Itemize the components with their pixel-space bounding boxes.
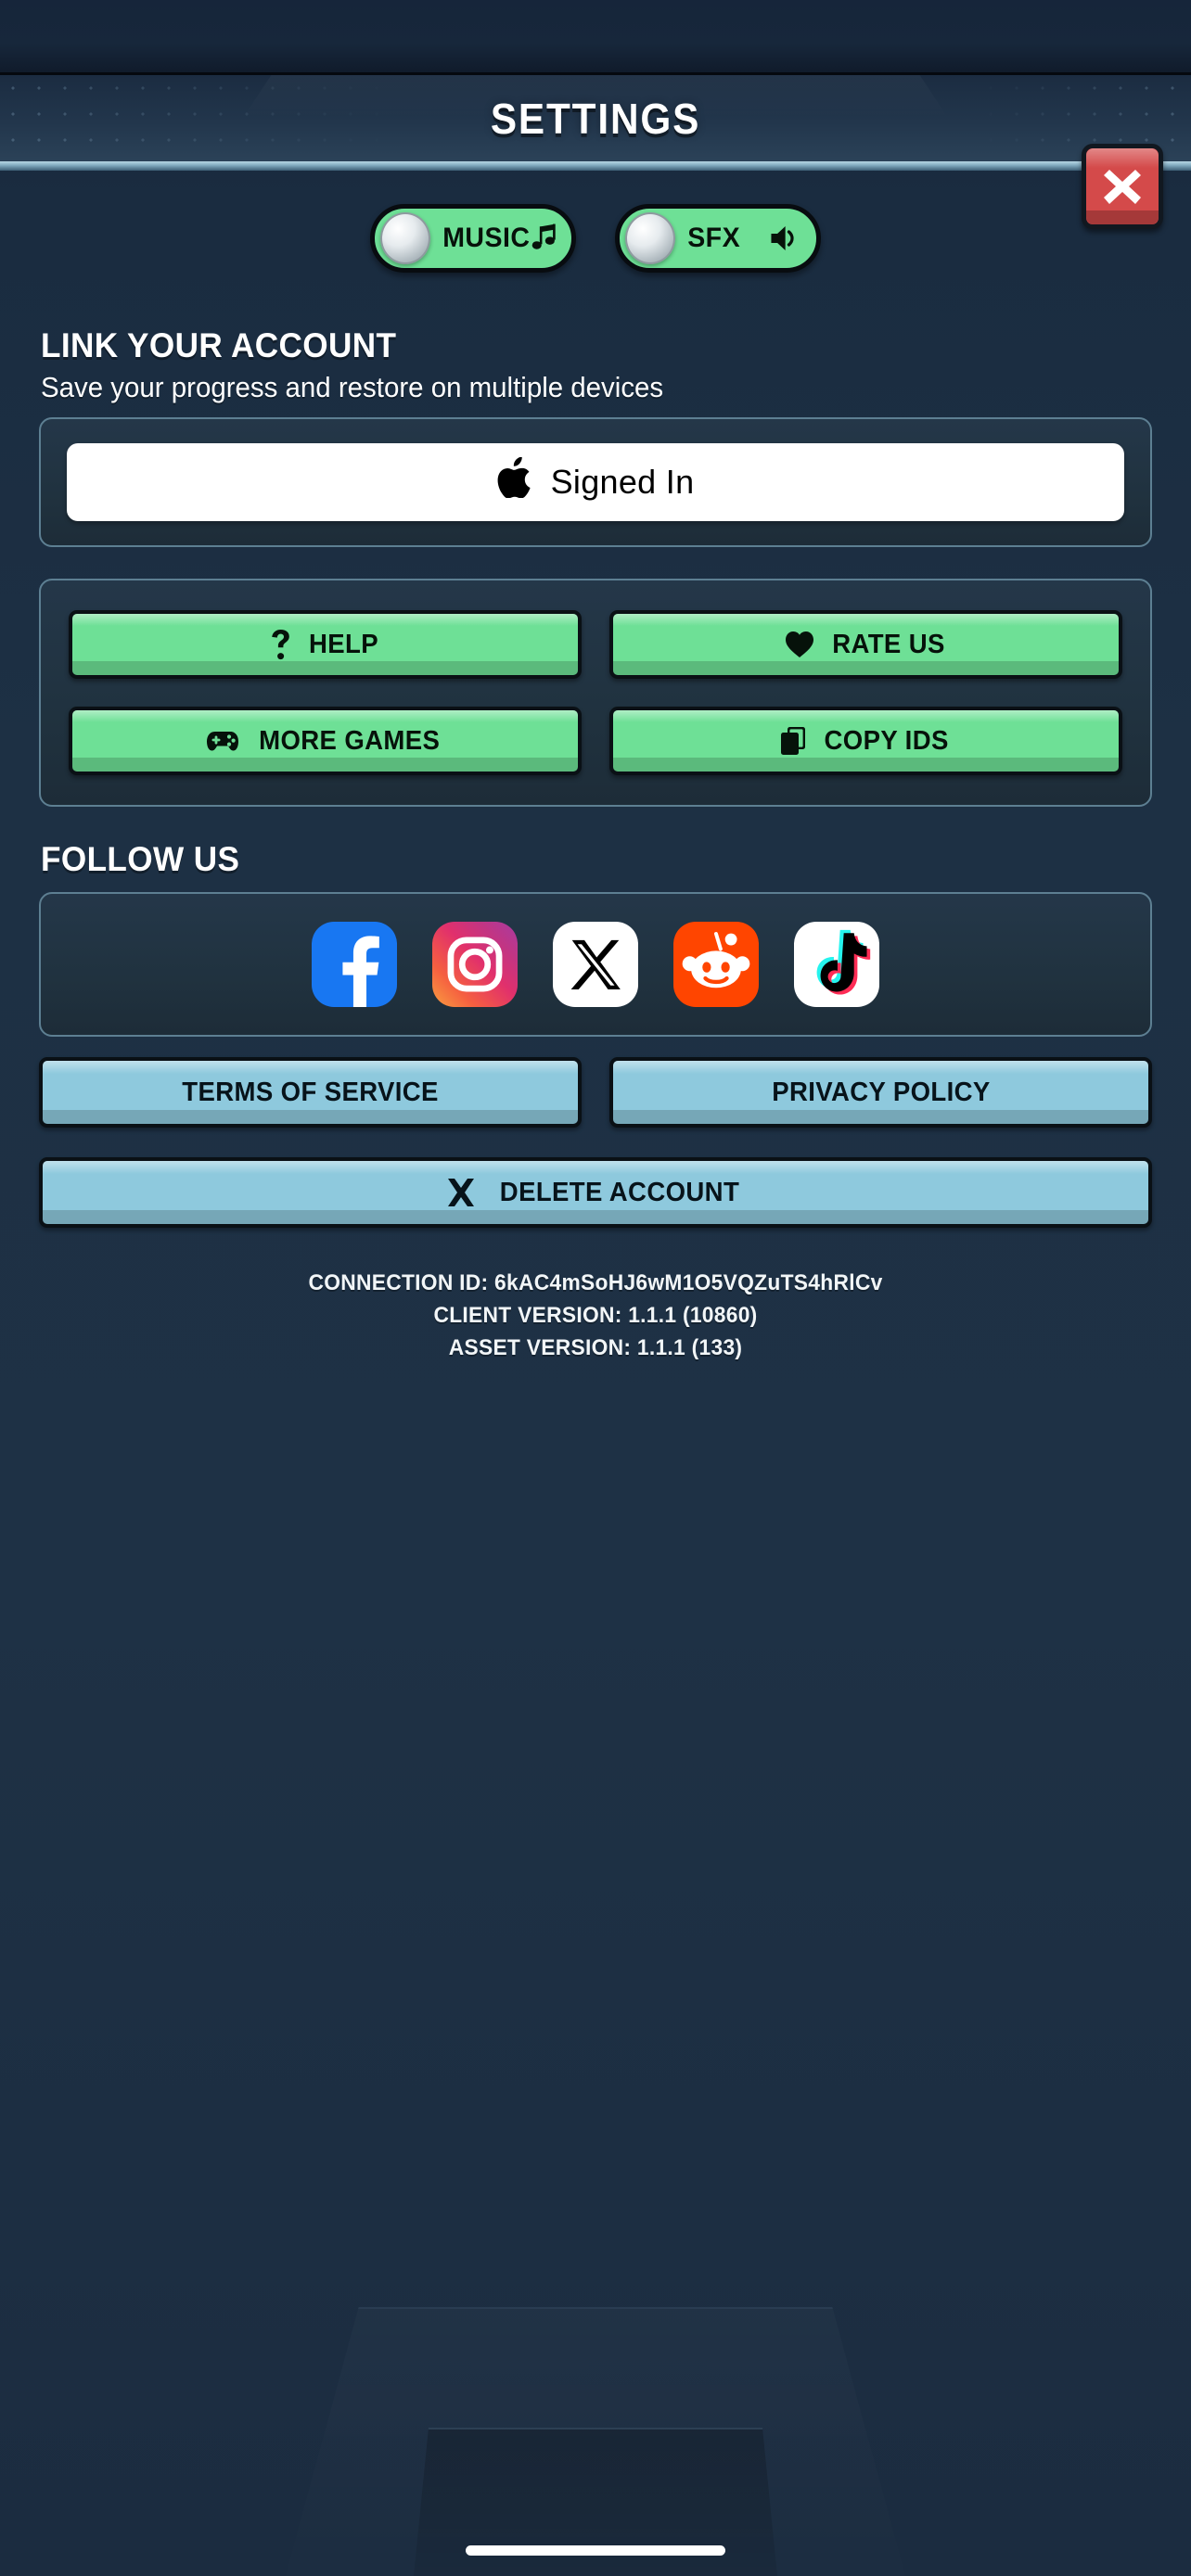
sfx-toggle[interactable]: SFX bbox=[615, 204, 821, 273]
privacy-policy-label: PRIVACY POLICY bbox=[771, 1077, 991, 1107]
sfx-toggle-label: SFX bbox=[687, 223, 741, 253]
sfx-toggle-knob bbox=[625, 212, 675, 264]
facebook-icon[interactable] bbox=[312, 922, 397, 1007]
gamepad-icon bbox=[206, 727, 239, 755]
rate-us-button[interactable]: RATE US bbox=[609, 610, 1122, 679]
music-toggle-label: MUSIC bbox=[442, 223, 531, 253]
rate-us-button-base bbox=[613, 661, 1119, 675]
copy-ids-button-label: COPY IDS bbox=[824, 725, 949, 756]
apple-icon bbox=[497, 456, 531, 504]
actions-grid: HELP RATE US MORE GAMES COPY IDS bbox=[41, 580, 1150, 805]
link-account-panel: Signed In bbox=[39, 417, 1152, 547]
delete-x-icon bbox=[445, 1177, 477, 1208]
help-button-sheen bbox=[72, 614, 578, 627]
header-bar: SETTINGS bbox=[0, 72, 1191, 161]
more-games-button-sheen bbox=[72, 710, 578, 723]
terms-of-service-label: TERMS OF SERVICE bbox=[182, 1077, 439, 1107]
audio-toggle-row: MUSIC SFX bbox=[0, 204, 1191, 273]
copy-ids-button-sheen bbox=[613, 710, 1119, 723]
follow-us-heading: FOLLOW US bbox=[41, 840, 240, 878]
terms-button-sheen bbox=[43, 1061, 578, 1074]
client-version: CLIENT VERSION: 1.1.1 (10860) bbox=[433, 1303, 758, 1329]
music-note-icon bbox=[530, 223, 559, 254]
x-twitter-icon[interactable] bbox=[553, 922, 638, 1007]
music-toggle-knob bbox=[380, 212, 430, 264]
reddit-icon[interactable] bbox=[673, 922, 759, 1007]
delete-button-base bbox=[43, 1210, 1148, 1224]
heart-icon bbox=[785, 631, 814, 658]
header-underline bbox=[0, 161, 1191, 171]
version-info: CONNECTION ID: 6kAC4mSoHJ6wM1O5VQZuTS4hR… bbox=[0, 1267, 1191, 1364]
social-icon-row bbox=[41, 894, 1150, 1035]
rate-us-button-label: RATE US bbox=[831, 629, 945, 659]
privacy-button-sheen bbox=[613, 1061, 1148, 1074]
apple-signin-button[interactable]: Signed In bbox=[67, 443, 1124, 521]
help-button-label: HELP bbox=[308, 629, 378, 659]
copy-ids-button-base bbox=[613, 758, 1119, 772]
help-button-base bbox=[72, 661, 578, 675]
follow-us-panel bbox=[39, 892, 1152, 1037]
page-title: SETTINGS bbox=[490, 94, 701, 143]
privacy-button-base bbox=[613, 1110, 1148, 1124]
settings-content: MUSIC SFX LINK YOUR ACCOUNT Save your pr… bbox=[0, 171, 1191, 1364]
copy-ids-button[interactable]: COPY IDS bbox=[609, 707, 1122, 775]
privacy-policy-button[interactable]: PRIVACY POLICY bbox=[609, 1057, 1152, 1128]
apple-signin-label: Signed In bbox=[550, 463, 695, 501]
tiktok-icon[interactable] bbox=[794, 922, 879, 1007]
more-games-button-base bbox=[72, 758, 578, 772]
more-games-button-label: MORE GAMES bbox=[258, 725, 441, 756]
question-mark-icon bbox=[270, 629, 292, 660]
rate-us-button-sheen bbox=[613, 614, 1119, 627]
legal-button-row: TERMS OF SERVICE PRIVACY POLICY bbox=[39, 1057, 1152, 1128]
settings-screen: SETTINGS MUSIC SFX LINK YOUR ACCOUNT Sav… bbox=[0, 0, 1191, 2576]
delete-button-sheen bbox=[43, 1161, 1148, 1174]
connection-id: CONNECTION ID: 6kAC4mSoHJ6wM1O5VQZuTS4hR… bbox=[308, 1270, 883, 1295]
speaker-icon bbox=[769, 223, 800, 253]
delete-account-button[interactable]: DELETE ACCOUNT bbox=[39, 1157, 1152, 1228]
actions-panel: HELP RATE US MORE GAMES COPY IDS bbox=[39, 579, 1152, 807]
terms-button-base bbox=[43, 1110, 578, 1124]
asset-version: ASSET VERSION: 1.1.1 (133) bbox=[448, 1335, 743, 1361]
link-account-heading: LINK YOUR ACCOUNT bbox=[41, 326, 397, 364]
help-button[interactable]: HELP bbox=[69, 610, 582, 679]
home-indicator[interactable] bbox=[466, 2545, 725, 2556]
instagram-icon[interactable] bbox=[432, 922, 518, 1007]
delete-account-label: DELETE ACCOUNT bbox=[499, 1177, 740, 1207]
terms-of-service-button[interactable]: TERMS OF SERVICE bbox=[39, 1057, 582, 1128]
copy-icon bbox=[780, 726, 806, 756]
more-games-button[interactable]: MORE GAMES bbox=[69, 707, 582, 775]
music-toggle[interactable]: MUSIC bbox=[370, 204, 576, 273]
status-bar-area bbox=[0, 0, 1191, 72]
link-account-subheading: Save your progress and restore on multip… bbox=[41, 371, 664, 403]
